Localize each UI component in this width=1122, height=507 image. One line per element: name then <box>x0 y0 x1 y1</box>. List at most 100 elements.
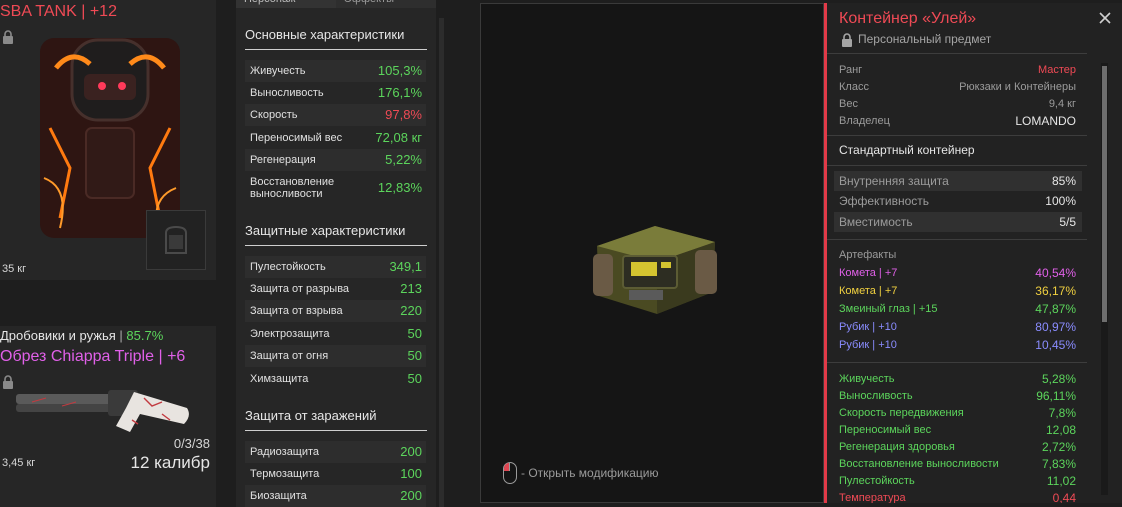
stat-row: Радиозащита 200 <box>245 441 426 463</box>
item-type-label: Стандартный контейнер <box>839 143 975 157</box>
meta-value: LOMANDO <box>1015 114 1076 128</box>
item-subtitle: Персональный предмет <box>858 32 992 46</box>
artifact-value: 10,45% <box>1035 338 1076 352</box>
stat-value: 349,1 <box>389 259 422 274</box>
bonus-label: Живучесть <box>839 373 895 385</box>
bonus-label: Переносимый вес <box>839 424 932 436</box>
stat-value: 50 <box>407 371 422 386</box>
container-slot-icon <box>165 225 187 254</box>
stat-row: Восстановление выносливости 12,83% <box>245 172 426 204</box>
bonus-label: Скорость передвижения <box>839 407 964 419</box>
stat-row: Защита от разрыва 213 <box>245 278 426 300</box>
stat-value: 72,08 кг <box>375 130 422 145</box>
bonus-value: 7,8% <box>1048 406 1076 420</box>
weapon-card[interactable]: Дробовики и ружья | 85.7% Обрез Chiappa … <box>0 326 216 507</box>
meta-label: Вес <box>839 98 858 110</box>
artifact-value: 80,97% <box>1035 320 1076 334</box>
stat-row: Пулестойкость 349,1 <box>245 256 426 278</box>
stat-label: Регенерация <box>250 154 316 166</box>
tab-character[interactable]: Персонаж <box>236 0 336 8</box>
divider <box>245 430 427 431</box>
stat-value: 97,8% <box>385 107 422 122</box>
bonus-label: Восстановление выносливости <box>839 458 999 470</box>
property-value: 100% <box>1045 194 1076 208</box>
divider <box>827 239 1087 240</box>
meta-label: Владелец <box>839 115 890 127</box>
stat-label: Выносливость <box>250 87 324 99</box>
divider <box>827 165 1087 166</box>
item-info-panel: Контейнер «Улей» Персональный предмет Ра… <box>824 3 1122 503</box>
stat-label: Переносимый вес <box>250 132 343 144</box>
scrollbar-thumb[interactable] <box>1102 66 1107 322</box>
artifact-label: Рубик | +10 <box>839 321 897 333</box>
divider <box>245 49 427 50</box>
property-label: Вместимость <box>839 215 913 229</box>
divider <box>245 245 427 246</box>
weapon-title: Обрез Chiappa Triple | +6 <box>0 348 186 365</box>
stat-label: Химзащита <box>250 373 309 385</box>
stat-value: 220 <box>400 303 422 318</box>
item-preview[interactable]: - Открыть модификацию <box>480 3 824 503</box>
contamination-heading: Защита от заражений <box>245 408 377 423</box>
bonus-row: Температура 0,44 <box>839 490 1076 503</box>
stat-label: Живучесть <box>250 65 306 77</box>
artifact-label: Рубик | +10 <box>839 339 897 351</box>
stat-row: Электрозащита 50 <box>245 323 426 345</box>
meta-value: 9,4 кг <box>1048 98 1076 110</box>
property-value: 85% <box>1051 174 1076 188</box>
stat-label: Электрозащита <box>250 328 330 340</box>
close-icon[interactable] <box>1098 11 1112 25</box>
container-image <box>593 226 717 314</box>
stat-value: 12,83% <box>377 180 422 195</box>
bonus-value: 12,08 <box>1045 423 1076 437</box>
stat-value: 50 <box>407 326 422 341</box>
stat-label: Защита от огня <box>250 350 329 362</box>
game-inventory-screen: SBA TANK | +12 35 кг Дробовики и ружья |… <box>0 0 1122 507</box>
stat-label: Радиозащита <box>250 446 320 458</box>
divider <box>827 362 1087 363</box>
item-title: Контейнер «Улей» <box>839 10 977 27</box>
divider <box>827 135 1087 136</box>
artifact-value: 36,17% <box>1035 284 1076 298</box>
bonus-label: Пулестойкость <box>839 475 915 487</box>
weapon-ammo-count: 0/3/38 <box>173 436 210 451</box>
weapon-skill-label: Дробовики и ружья <box>0 328 116 343</box>
bonus-value: 11,02 <box>1046 474 1076 488</box>
bonus-value: 0,44 <box>1052 491 1076 503</box>
stat-row: Переносимый вес 72,08 кг <box>245 127 426 149</box>
bonus-value: 5,28% <box>1041 372 1076 386</box>
stat-row: Защита от взрыва 220 <box>245 300 426 322</box>
stat-label: Скорость <box>250 109 298 121</box>
property-label: Эффективность <box>839 194 930 208</box>
stat-row: Химзащита 50 <box>245 368 426 390</box>
armor-card[interactable]: SBA TANK | +12 35 кг <box>0 0 216 280</box>
bonus-value: 7,83% <box>1041 457 1076 471</box>
artifact-label: Змеиный глаз | +15 <box>839 303 938 315</box>
stats-scrollbar[interactable] <box>439 18 444 507</box>
info-scrollbar[interactable] <box>1101 63 1108 495</box>
meta-value: Мастер <box>1037 64 1076 76</box>
weapon-skill-value: 85.7% <box>126 328 164 343</box>
bonus-label: Регенерация здоровья <box>839 441 955 453</box>
artifact-value: 47,87% <box>1035 302 1076 316</box>
stat-row: Биозащита 200 <box>245 485 426 507</box>
artifact-label: Комета | +7 <box>839 267 898 279</box>
stat-value: 213 <box>400 281 422 296</box>
stat-value: 200 <box>400 488 422 503</box>
property-value: 5/5 <box>1059 215 1076 229</box>
property-row: Эффективность 100% <box>834 191 1082 211</box>
armor-slot[interactable] <box>146 210 206 270</box>
basic-stats-heading: Основные характеристики <box>245 27 405 42</box>
meta-label: Ранг <box>839 64 863 76</box>
protection-stats-heading: Защитные характеристики <box>245 223 406 238</box>
armor-weight: 35 кг <box>2 263 27 275</box>
stat-row: Защита от огня 50 <box>245 345 426 367</box>
tab-effects[interactable]: Эффекты <box>336 0 436 8</box>
stats-tabs: Персонаж Эффекты <box>236 0 436 8</box>
lock-icon <box>3 30 13 44</box>
stat-label: Восстановление выносливости <box>250 176 335 200</box>
stat-row: Живучесть 105,3% <box>245 60 426 82</box>
stat-value: 100 <box>400 466 422 481</box>
lock-icon <box>842 33 852 47</box>
weapon-image <box>16 390 189 432</box>
